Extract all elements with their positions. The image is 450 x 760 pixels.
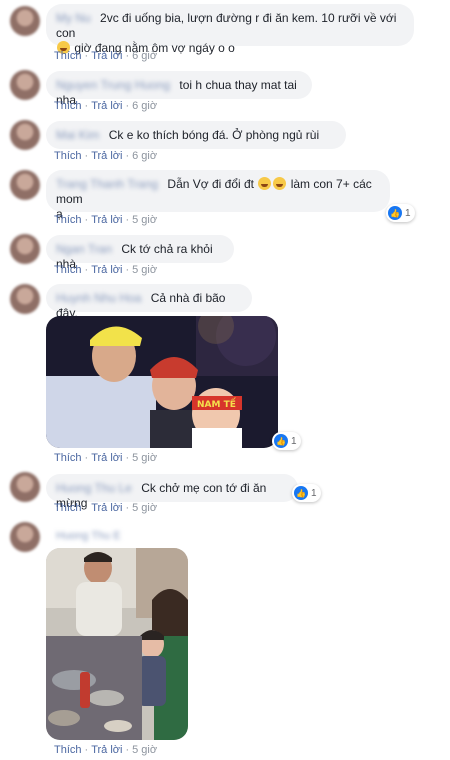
family-selfie-image: NAM TẾ	[46, 316, 278, 448]
comment-actions: Thích · Trả lời · 6 giờ	[54, 150, 158, 162]
timestamp[interactable]: 6 giờ	[132, 150, 157, 162]
thumbs-up-icon: 👍	[388, 206, 402, 220]
like-link[interactable]: Thích	[54, 744, 82, 756]
reply-link[interactable]: Trả lời	[91, 100, 122, 112]
comment-bubble: My Nu 2vc đi uống bia, lượn đường r đi ă…	[46, 4, 414, 55]
timestamp[interactable]: 5 giờ	[132, 264, 157, 276]
comment-actions: Thích · Trả lời · 5 giờ	[54, 264, 158, 276]
comment-text: 2vc đi uống bia, lượn đường r đi ăn kem.…	[56, 11, 397, 40]
thumbs-up-icon: 👍	[294, 486, 308, 500]
reply-link[interactable]: Trả lời	[91, 50, 122, 62]
like-link[interactable]: Thích	[54, 264, 82, 276]
like-link[interactable]: Thích	[54, 50, 82, 62]
commenter-name-wrap: Huong Thu E	[56, 530, 127, 542]
avatar[interactable]	[10, 522, 40, 552]
commenter-name[interactable]: Trang Thanh Trang	[56, 177, 158, 191]
reply-link[interactable]: Trả lời	[91, 214, 122, 226]
timestamp[interactable]: 5 giờ	[132, 744, 157, 756]
commenter-name[interactable]: Huong Thu Le	[56, 481, 132, 495]
timestamp[interactable]: 6 giờ	[132, 100, 157, 112]
like-link[interactable]: Thích	[54, 150, 82, 162]
avatar[interactable]	[10, 170, 40, 200]
avatar[interactable]	[10, 70, 40, 100]
avatar[interactable]	[10, 284, 40, 314]
commenter-name[interactable]: My Nu	[56, 11, 91, 25]
reply-link[interactable]: Trả lời	[91, 502, 122, 514]
avatar[interactable]	[10, 120, 40, 150]
comment-bubble: Nguyen Trung Huong toi h chua thay mat t…	[46, 71, 312, 107]
like-link[interactable]: Thích	[54, 100, 82, 112]
avatar[interactable]	[10, 234, 40, 264]
avatar[interactable]	[10, 6, 40, 36]
comment-actions: Thích · Trả lời · 6 giờ	[54, 100, 158, 112]
timestamp[interactable]: 6 giờ	[132, 50, 157, 62]
comment-bubble: Ngan Tran Ck tớ chả ra khỏi nhà	[46, 235, 234, 271]
like-link[interactable]: Thích	[54, 452, 82, 464]
comment-bubble: Huynh Nhu Hoa Cả nhà đi bão đây.	[46, 284, 252, 320]
timestamp[interactable]: 5 giờ	[132, 214, 157, 226]
commenter-name[interactable]: Mai Kim	[56, 128, 99, 142]
reaction-count[interactable]: 👍 1	[386, 204, 415, 222]
reply-link[interactable]: Trả lời	[91, 744, 122, 756]
reaction-count[interactable]: 👍 1	[292, 484, 321, 502]
reply-link[interactable]: Trả lời	[91, 264, 122, 276]
commenter-name[interactable]: Huong Thu E	[56, 530, 121, 542]
thumbs-up-icon: 👍	[274, 434, 288, 448]
laughing-emoji-icon	[273, 177, 287, 190]
comment-bubble: Trang Thanh Trang Dẫn Vợ đi đổi đt làm c…	[46, 170, 390, 221]
comment-text: Dẫn Vợ đi đổi đt	[167, 177, 255, 191]
comment-actions: Thích · Trả lời · 5 giờ	[54, 214, 158, 226]
commenter-name[interactable]: Huynh Nhu Hoa	[56, 291, 141, 305]
comment-actions: Thích · Trả lời · 5 giờ	[54, 744, 158, 756]
laughing-emoji-icon	[258, 177, 272, 190]
avatar[interactable]	[10, 472, 40, 502]
reaction-count[interactable]: 👍 1	[272, 432, 301, 450]
commenter-name[interactable]: Ngan Tran	[56, 242, 112, 256]
timestamp[interactable]: 5 giờ	[132, 502, 157, 514]
comment-actions: Thích · Trả lời · 6 giờ	[54, 50, 158, 62]
comment-bubble: Huong Thu Le Ck chở mẹ con tớ đi ăn mừng	[46, 474, 298, 510]
reply-link[interactable]: Trả lời	[91, 150, 122, 162]
comment-actions: Thích · Trả lời · 5 giờ	[54, 502, 158, 514]
comment-photo[interactable]	[46, 548, 188, 740]
commenter-name[interactable]: Nguyen Trung Huong	[56, 78, 170, 92]
like-link[interactable]: Thích	[54, 214, 82, 226]
like-link[interactable]: Thích	[54, 502, 82, 514]
comment-bubble: Mai Kim Ck e ko thích bóng đá. Ở phòng n…	[46, 121, 346, 149]
comment-photo[interactable]: NAM TẾ	[46, 316, 278, 448]
reply-link[interactable]: Trả lời	[91, 452, 122, 464]
family-dinner-image	[46, 548, 188, 740]
comment-text: Ck e ko thích bóng đá. Ở phòng ngủ rùi	[108, 128, 320, 142]
comment-actions: Thích · Trả lời · 5 giờ	[54, 452, 158, 464]
timestamp[interactable]: 5 giờ	[132, 452, 157, 464]
